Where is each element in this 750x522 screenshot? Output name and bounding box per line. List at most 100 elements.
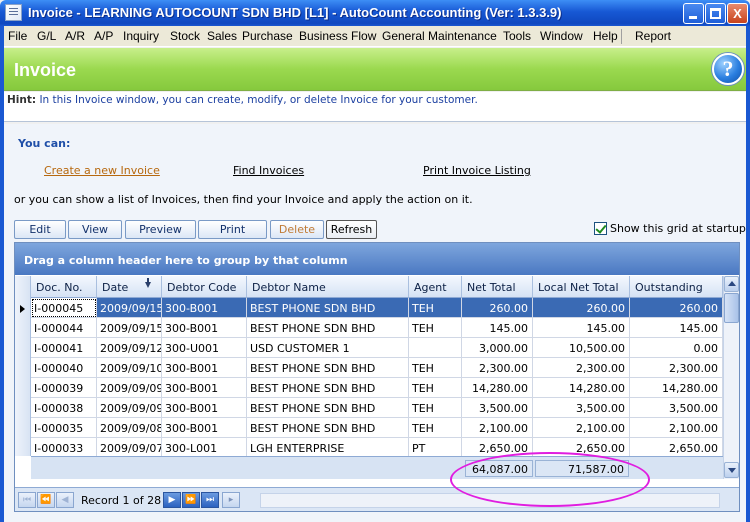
cell-doc-no[interactable]: I-000040 [31,358,97,378]
help-icon[interactable]: ? [712,53,744,85]
cell-debtor-code[interactable]: 300-B001 [162,418,247,438]
minimize-button[interactable] [683,3,704,24]
cell-agent[interactable]: TEH [409,398,462,418]
cell-doc-no[interactable]: I-000033 [31,438,97,458]
menu-file[interactable]: File [8,29,27,43]
cell-agent[interactable]: TEH [409,318,462,338]
cell-outstanding[interactable]: 3,500.00 [630,398,723,418]
group-by-panel[interactable]: Drag a column header here to group by th… [15,243,739,275]
show-grid-checkbox[interactable] [594,222,607,235]
cell-local-net-total[interactable]: 2,300.00 [533,358,630,378]
cell-debtor-name[interactable]: USD CUSTOMER 1 [247,338,409,358]
column-header-local-net-total[interactable]: Local Net Total [533,276,630,298]
cell-outstanding[interactable]: 2,300.00 [630,358,723,378]
column-header-debtor-name[interactable]: Debtor Name [247,276,409,298]
last-record-button[interactable]: ⏭ [201,492,219,508]
cell-local-net-total[interactable]: 2,100.00 [533,418,630,438]
cell-date[interactable]: 2009/09/09 [97,378,162,398]
menu-help[interactable]: Help [593,29,618,43]
cell-doc-no[interactable]: I-000044 [31,318,97,338]
column-header-date[interactable]: Date [97,276,162,298]
cell-net-total[interactable]: 2,100.00 [462,418,533,438]
cell-debtor-name[interactable]: BEST PHONE SDN BHD [247,358,409,378]
column-header-outstanding[interactable]: Outstanding [630,276,723,298]
cell-local-net-total[interactable]: 260.00 [533,298,630,318]
edit-button[interactable]: Edit [14,220,66,239]
cell-doc-no[interactable]: I-000045 [31,298,97,318]
cell-net-total[interactable]: 3,000.00 [462,338,533,358]
cell-agent[interactable]: PT [409,438,462,458]
cell-local-net-total[interactable]: 2,650.00 [533,438,630,458]
cell-date[interactable]: 2009/09/07 [97,438,162,458]
cell-outstanding[interactable]: 14,280.00 [630,378,723,398]
cell-doc-no[interactable]: I-000041 [31,338,97,358]
cell-debtor-code[interactable]: 300-L001 [162,438,247,458]
cell-date[interactable]: 2009/09/09 [97,398,162,418]
cell-date[interactable]: 2009/09/15 [97,298,162,318]
menu-window[interactable]: Window [540,29,583,43]
previous-page-button[interactable]: ⏪ [37,492,55,508]
next-record-button[interactable]: ▶ [163,492,181,508]
cell-net-total[interactable]: 14,280.00 [462,378,533,398]
menu-tools[interactable]: Tools [503,29,531,43]
new-record-button[interactable]: ▸ [222,492,240,508]
horizontal-scrollbar[interactable] [260,493,720,508]
delete-button[interactable]: Delete [270,220,324,239]
preview-button[interactable]: Preview [125,220,196,239]
close-button[interactable]: X [727,3,748,24]
menu-sales[interactable]: Sales [207,29,237,43]
cell-date[interactable]: 2009/09/08 [97,418,162,438]
previous-record-button[interactable]: ◀ [56,492,74,508]
cell-debtor-code[interactable]: 300-U001 [162,338,247,358]
cell-outstanding[interactable]: 260.00 [630,298,723,318]
cell-debtor-name[interactable]: BEST PHONE SDN BHD [247,298,409,318]
scroll-thumb[interactable] [724,293,739,323]
menu-purchase[interactable]: Purchase [242,29,293,43]
cell-local-net-total[interactable]: 3,500.00 [533,398,630,418]
cell-net-total[interactable]: 145.00 [462,318,533,338]
create-invoice-link[interactable]: Create a new Invoice [44,164,160,177]
view-button[interactable]: View [68,220,122,239]
cell-net-total[interactable]: 2,300.00 [462,358,533,378]
scroll-down-button[interactable] [724,462,739,478]
cell-outstanding[interactable]: 2,650.00 [630,438,723,458]
cell-net-total[interactable]: 2,650.00 [462,438,533,458]
print-invoice-listing-link[interactable]: Print Invoice Listing [423,164,531,177]
cell-debtor-name[interactable]: BEST PHONE SDN BHD [247,418,409,438]
cell-date[interactable]: 2009/09/15 [97,318,162,338]
menu-gl[interactable]: G/L [37,29,56,43]
next-page-button[interactable]: ⏩ [182,492,200,508]
menu-ap[interactable]: A/P [94,29,113,43]
find-invoices-link[interactable]: Find Invoices [233,164,304,177]
cell-debtor-code[interactable]: 300-B001 [162,318,247,338]
cell-local-net-total[interactable]: 14,280.00 [533,378,630,398]
column-header-doc-no[interactable]: Doc. No. [31,276,97,298]
menu-stock[interactable]: Stock [170,29,200,43]
cell-debtor-code[interactable]: 300-B001 [162,378,247,398]
first-record-button[interactable]: ⏮ [18,492,36,508]
menu-report[interactable]: Report [635,29,671,43]
menu-ar[interactable]: A/R [65,29,85,43]
cell-agent[interactable]: TEH [409,418,462,438]
cell-debtor-code[interactable]: 300-B001 [162,398,247,418]
cell-net-total[interactable]: 260.00 [462,298,533,318]
invoice-grid[interactable]: Drag a column header here to group by th… [14,242,740,512]
cell-doc-no[interactable]: I-000038 [31,398,97,418]
cell-doc-no[interactable]: I-000035 [31,418,97,438]
column-header-debtor-code[interactable]: Debtor Code [162,276,247,298]
cell-local-net-total[interactable]: 145.00 [533,318,630,338]
cell-date[interactable]: 2009/09/12 [97,338,162,358]
cell-outstanding[interactable]: 0.00 [630,338,723,358]
scroll-up-button[interactable] [724,276,739,292]
cell-outstanding[interactable]: 145.00 [630,318,723,338]
cell-agent[interactable]: TEH [409,298,462,318]
cell-doc-no[interactable]: I-000039 [31,378,97,398]
cell-debtor-name[interactable]: LGH ENTERPRISE [247,438,409,458]
maximize-button[interactable] [705,3,726,24]
menu-inquiry[interactable]: Inquiry [123,29,159,43]
cell-net-total[interactable]: 3,500.00 [462,398,533,418]
menu-general-maintenance[interactable]: General Maintenance [382,29,497,43]
vertical-scrollbar[interactable] [723,276,739,479]
cell-outstanding[interactable]: 2,100.00 [630,418,723,438]
cell-debtor-name[interactable]: BEST PHONE SDN BHD [247,378,409,398]
